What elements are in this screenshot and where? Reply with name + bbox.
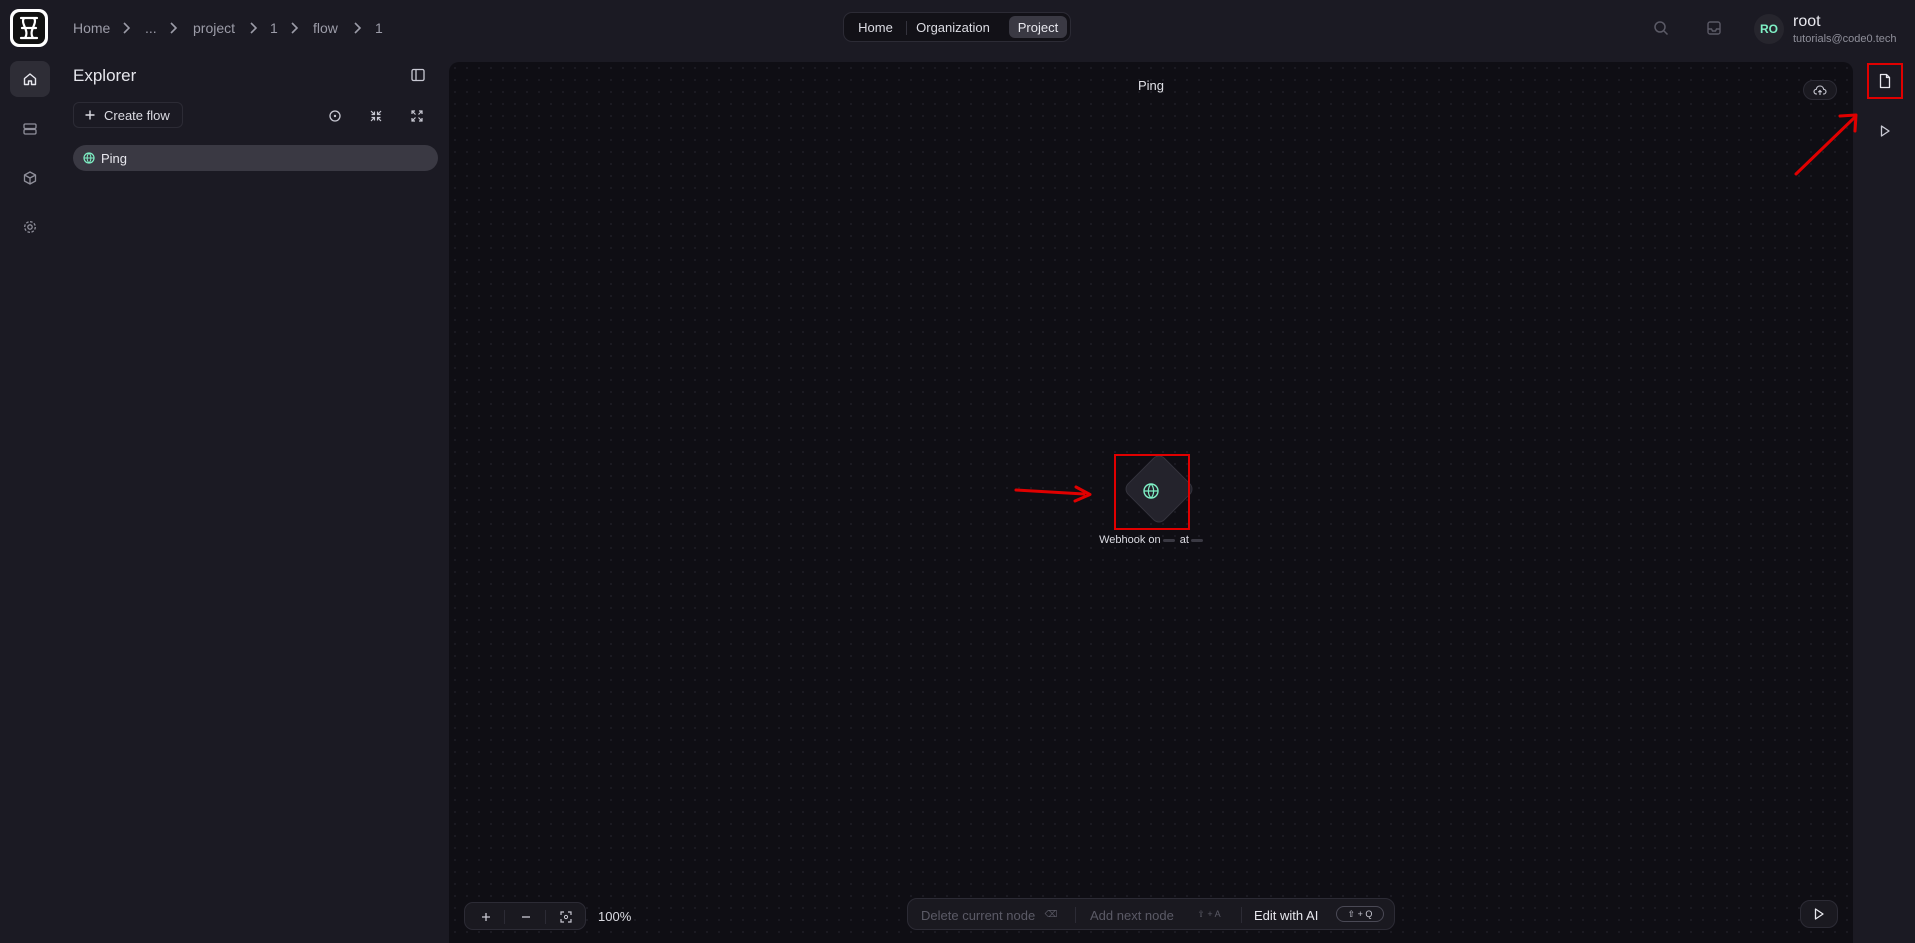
webhook-node-label: Webhook on at <box>1050 534 1254 546</box>
annotation-arrow-icon <box>1794 113 1858 176</box>
edit-with-ai-action[interactable]: Edit with AI <box>1254 908 1318 923</box>
action-divider <box>1241 907 1242 923</box>
tab-divider <box>906 21 907 35</box>
flow-item-label: Ping <box>101 150 128 166</box>
database-icon <box>23 123 37 135</box>
inbox-button[interactable] <box>1706 20 1722 36</box>
delete-node-action[interactable]: Delete current node <box>921 908 1035 923</box>
zoom-divider <box>545 910 546 924</box>
fit-view-button[interactable] <box>555 907 577 927</box>
breadcrumb-project[interactable]: project <box>193 20 235 36</box>
zoom-level: 100% <box>598 909 632 924</box>
chevron-right-icon <box>250 22 258 34</box>
delete-shortcut: ⌫ <box>1044 908 1058 919</box>
node-action-bar: Delete current node ⌫ Add next node ⇧ + … <box>907 898 1395 930</box>
breadcrumb-project-id[interactable]: 1 <box>270 20 278 36</box>
breadcrumb-home[interactable]: Home <box>73 20 110 36</box>
breadcrumb-flow[interactable]: flow <box>313 20 338 36</box>
scope-tabs: Home Organization Project <box>843 12 1071 42</box>
collapse-all-button[interactable] <box>366 106 386 126</box>
rail-settings-button[interactable] <box>10 209 50 245</box>
explorer-title: Explorer <box>73 66 137 85</box>
user-email: tutorials@code0.tech <box>1793 33 1897 45</box>
chevron-right-icon <box>170 22 178 34</box>
details-highlight-box <box>1867 63 1903 99</box>
tab-organization[interactable]: Organization <box>910 16 996 38</box>
focus-button[interactable] <box>325 106 345 126</box>
avatar[interactable]: RO <box>1754 14 1784 44</box>
create-flow-button[interactable]: Create flow <box>73 102 183 128</box>
node-label-start: Webhook on <box>1099 534 1161 546</box>
play-icon <box>1814 908 1824 920</box>
tab-project[interactable]: Project <box>1009 16 1067 38</box>
app-logo[interactable] <box>10 9 48 47</box>
expand-all-button[interactable] <box>407 106 427 126</box>
chevron-right-icon <box>291 22 299 34</box>
edit-ai-shortcut: ⇧ + Q <box>1336 906 1384 922</box>
breadcrumb-flow-id[interactable]: 1 <box>375 20 383 36</box>
run-flow-button[interactable] <box>1800 900 1838 928</box>
zoom-out-button[interactable] <box>515 907 537 927</box>
action-divider <box>1075 907 1076 923</box>
play-icon <box>1880 125 1890 137</box>
zoom-controls <box>464 902 586 930</box>
globe-icon <box>83 152 95 164</box>
add-node-action[interactable]: Add next node <box>1090 908 1174 923</box>
sidebar-toggle-icon <box>411 68 425 82</box>
user-name: root <box>1793 13 1821 30</box>
run-panel-button[interactable] <box>1874 120 1896 142</box>
add-shortcut: ⇧ + A <box>1197 908 1221 919</box>
home-icon <box>23 73 37 86</box>
zoom-in-button[interactable] <box>475 907 497 927</box>
chevron-right-icon <box>123 22 131 34</box>
target-icon <box>329 110 341 122</box>
zoom-divider <box>504 910 505 924</box>
rail-home-button[interactable] <box>10 61 50 97</box>
expand-icon <box>411 110 423 122</box>
search-icon <box>1654 21 1669 36</box>
create-flow-label: Create flow <box>104 107 170 123</box>
logo-glyph-icon <box>19 16 39 40</box>
deploy-button[interactable] <box>1803 80 1837 100</box>
cloud-upload-icon <box>1813 85 1827 95</box>
fit-view-icon <box>560 911 572 923</box>
node-label-placeholder <box>1190 538 1203 542</box>
inbox-icon <box>1707 21 1721 35</box>
node-label-mid: at <box>1179 534 1189 546</box>
breadcrumb-ellipsis[interactable]: ... <box>145 20 157 36</box>
tab-home[interactable]: Home <box>850 16 901 38</box>
plus-icon <box>85 110 95 120</box>
annotation-arrow-icon <box>1014 485 1092 503</box>
toggle-sidebar-button[interactable] <box>410 67 426 83</box>
rail-database-button[interactable] <box>10 111 50 147</box>
gear-icon <box>24 221 36 233</box>
chevron-right-icon <box>354 22 362 34</box>
node-highlight-box <box>1114 454 1190 530</box>
collapse-icon <box>370 110 382 122</box>
search-button[interactable] <box>1653 20 1669 36</box>
minus-icon <box>522 916 530 918</box>
plus-icon <box>482 913 490 921</box>
node-label-placeholder <box>1162 538 1175 542</box>
canvas-title: Ping <box>1137 78 1165 93</box>
cube-icon <box>23 171 37 185</box>
flow-item-ping[interactable]: Ping <box>73 145 438 171</box>
rail-cube-button[interactable] <box>10 160 50 196</box>
